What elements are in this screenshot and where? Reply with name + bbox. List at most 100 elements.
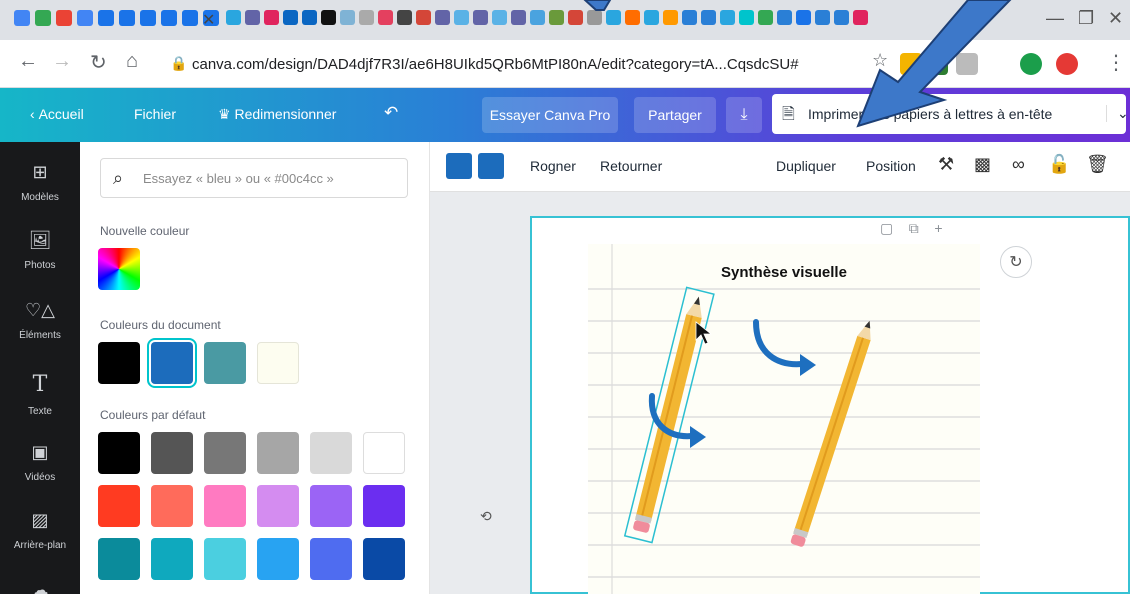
- copy-page-icon[interactable]: ⧉: [909, 220, 919, 236]
- default-color-swatch[interactable]: [310, 432, 352, 474]
- tab-favicon-icon[interactable]: [435, 10, 450, 25]
- tab-favicon-icon[interactable]: [720, 10, 735, 25]
- default-color-swatch[interactable]: [204, 432, 246, 474]
- document-color-swatch[interactable]: [257, 342, 299, 384]
- back-arrow-icon[interactable]: ←: [18, 50, 38, 73]
- tab-favicon-icon[interactable]: [587, 10, 602, 25]
- pinned-tabs[interactable]: [14, 10, 219, 26]
- tab-favicon-icon[interactable]: [35, 10, 51, 26]
- chevron-down-icon[interactable]: ⌄: [1106, 105, 1129, 122]
- default-color-swatch[interactable]: [257, 432, 299, 474]
- sidebar-item-videos[interactable]: ▣ Vidéos: [0, 442, 80, 485]
- home-back-button[interactable]: ‹ Accueil: [30, 106, 84, 122]
- tab-favicon-icon[interactable]: [14, 10, 30, 26]
- share-button[interactable]: Partager: [634, 97, 716, 133]
- forward-arrow-icon[interactable]: →: [52, 50, 72, 73]
- document-color-swatch[interactable]: [98, 342, 140, 384]
- sidebar-item-photos[interactable]: 🖼 Photos: [0, 230, 80, 273]
- tab-favicon-icon[interactable]: [161, 10, 177, 26]
- refresh-icon[interactable]: ↻: [1000, 246, 1032, 278]
- tab-favicon-icon[interactable]: [98, 10, 114, 26]
- default-color-swatch[interactable]: [204, 485, 246, 527]
- paint-roller-icon[interactable]: ⚒: [938, 154, 954, 175]
- default-color-swatch[interactable]: [151, 538, 193, 580]
- tab-favicon-icon[interactable]: [340, 10, 355, 25]
- curved-arrows[interactable]: [588, 244, 980, 594]
- extension-icon[interactable]: [1056, 53, 1078, 75]
- default-color-swatch[interactable]: [151, 485, 193, 527]
- minimize-icon[interactable]: —: [1046, 8, 1064, 29]
- default-color-swatch[interactable]: [363, 432, 405, 474]
- add-page-icon[interactable]: +: [934, 220, 942, 236]
- bookmark-star-icon[interactable]: ☆: [872, 50, 888, 71]
- tab-favicon-icon[interactable]: [283, 10, 298, 25]
- notebook-page[interactable]: Synthèse visuelle: [588, 244, 980, 594]
- default-color-swatch[interactable]: [204, 538, 246, 580]
- default-color-swatch[interactable]: [257, 538, 299, 580]
- tab-favicon-icon[interactable]: [56, 10, 72, 26]
- tab-favicon-icon[interactable]: [359, 10, 374, 25]
- sidebar-item-uploads[interactable]: ☁: [0, 580, 80, 594]
- sidebar-item-background[interactable]: ▨ Arrière-plan: [0, 510, 80, 553]
- sidebar-item-text[interactable]: T Texte: [0, 372, 80, 419]
- tab-favicon-icon[interactable]: [853, 10, 868, 25]
- tab-favicon-icon[interactable]: [77, 10, 93, 26]
- restore-icon[interactable]: ❐: [1078, 8, 1094, 29]
- tab-favicon-icon[interactable]: [473, 10, 488, 25]
- tab-favicon-icon[interactable]: [701, 10, 716, 25]
- tab-favicon-icon[interactable]: [834, 10, 849, 25]
- tab-favicon-icon[interactable]: [625, 10, 640, 25]
- tab-favicon-icon[interactable]: [492, 10, 507, 25]
- tab-favicon-icon[interactable]: [815, 10, 830, 25]
- tab-favicon-icon[interactable]: [568, 10, 583, 25]
- download-icon[interactable]: ⤓: [726, 97, 762, 133]
- tab-favicon-icon[interactable]: [302, 10, 317, 25]
- tab-favicon-icon[interactable]: [682, 10, 697, 25]
- tab-favicon-icon[interactable]: [644, 10, 659, 25]
- sidebar-item-templates[interactable]: ⊞ Modèles: [0, 162, 80, 205]
- crop-button[interactable]: Rogner: [530, 158, 576, 174]
- extension-r-icon[interactable]: [926, 53, 948, 75]
- browser-menu-icon[interactable]: ⋮: [1106, 50, 1126, 75]
- tab-favicon-icon[interactable]: [758, 10, 773, 25]
- duplicate-button[interactable]: Dupliquer: [776, 158, 836, 174]
- default-color-swatch[interactable]: [151, 432, 193, 474]
- file-menu-button[interactable]: Fichier: [134, 106, 176, 122]
- tab-favicon-icon[interactable]: [226, 10, 241, 25]
- color-chip-1[interactable]: [446, 153, 472, 179]
- transparency-icon[interactable]: ▩: [974, 154, 991, 175]
- color-search-input[interactable]: ⌕ Essayez « bleu » ou « #00c4cc »: [100, 158, 408, 198]
- tab-favicon-icon[interactable]: [378, 10, 393, 25]
- tab-favicon-icon[interactable]: [416, 10, 431, 25]
- canvas-title[interactable]: Synthèse visuelle: [588, 264, 980, 281]
- tab-favicon-icon[interactable]: [549, 10, 564, 25]
- flip-button[interactable]: Retourner: [600, 158, 662, 174]
- color-chip-2[interactable]: [478, 153, 504, 179]
- tab-favicon-icon[interactable]: [321, 10, 336, 25]
- close-tab-icon[interactable]: ✕: [202, 10, 215, 30]
- position-button[interactable]: Position: [866, 158, 916, 174]
- tab-favicon-icon[interactable]: [182, 10, 198, 26]
- tab-favicon-icon[interactable]: [796, 10, 811, 25]
- tab-favicon-icon[interactable]: [245, 10, 260, 25]
- default-color-swatch[interactable]: [98, 538, 140, 580]
- tab-favicon-icon[interactable]: [397, 10, 412, 25]
- document-color-swatch[interactable]: [147, 338, 197, 388]
- page-tools[interactable]: ▢ ⧉ +: [880, 220, 943, 237]
- tab-favicon-icon[interactable]: [264, 10, 279, 25]
- extension-icon[interactable]: [956, 53, 978, 75]
- reload-icon[interactable]: ↻: [90, 50, 107, 75]
- tab-favicon-icon[interactable]: [606, 10, 621, 25]
- default-color-swatch[interactable]: [363, 538, 405, 580]
- tab-favicon-icon[interactable]: [454, 10, 469, 25]
- new-tab-icon[interactable]: +: [958, 6, 971, 32]
- close-window-icon[interactable]: ✕: [1108, 8, 1123, 29]
- sidebar-item-elements[interactable]: ♡△ Éléments: [0, 300, 80, 343]
- tab-favicon-icon[interactable]: [119, 10, 135, 26]
- default-color-swatch[interactable]: [310, 538, 352, 580]
- note-icon[interactable]: ▢: [880, 220, 893, 236]
- tab-favicon-icon[interactable]: [530, 10, 545, 25]
- default-color-swatch[interactable]: [98, 432, 140, 474]
- default-color-swatch[interactable]: [363, 485, 405, 527]
- new-color-picker[interactable]: [98, 248, 140, 290]
